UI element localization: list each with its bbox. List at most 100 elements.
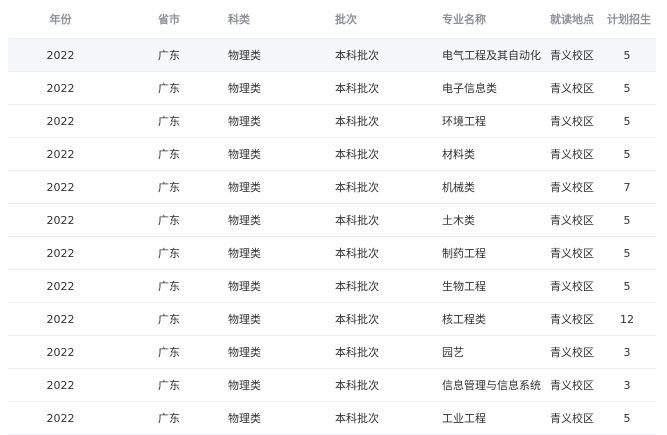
table-header-row: 年份 省市 科类 批次 专业名称 就读地点 计划招生 (8, 0, 656, 39)
cell-category: 物理类 (228, 313, 261, 326)
cell-campus: 青义校区 (550, 148, 594, 161)
cell-major: 制药工程 (442, 247, 486, 260)
cell-campus: 青义校区 (550, 280, 594, 293)
cell-campus: 青义校区 (550, 313, 594, 326)
cell-year: 2022 (46, 279, 75, 293)
table-row[interactable]: 2022 广东 物理类 本科批次 园艺 青义校区 3 (8, 336, 656, 369)
cell-year: 2022 (46, 213, 75, 227)
cell-category: 物理类 (228, 115, 261, 128)
table-row[interactable]: 2022 广东 物理类 本科批次 电子信息类 青义校区 5 (8, 72, 656, 105)
table-row[interactable]: 2022 广东 物理类 本科批次 材料类 青义校区 5 (8, 138, 656, 171)
cell-major: 园艺 (442, 346, 464, 359)
table-row[interactable]: 2022 广东 物理类 本科批次 核工程类 青义校区 12 (8, 303, 656, 336)
cell-province: 广东 (158, 313, 180, 326)
table-row[interactable]: 2022 广东 物理类 本科批次 工业工程 青义校区 5 (8, 402, 656, 435)
cell-year: 2022 (46, 312, 75, 326)
cell-campus: 青义校区 (550, 181, 594, 194)
table-row[interactable]: 2022 广东 物理类 本科批次 机械类 青义校区 7 (8, 171, 656, 204)
cell-batch: 本科批次 (335, 346, 379, 359)
cell-batch: 本科批次 (335, 214, 379, 227)
cell-category: 物理类 (228, 49, 261, 62)
header-province[interactable]: 省市 (158, 0, 180, 38)
cell-plan: 5 (623, 411, 631, 425)
cell-year: 2022 (46, 345, 75, 359)
header-major[interactable]: 专业名称 (442, 0, 486, 38)
header-category[interactable]: 科类 (228, 0, 250, 38)
table-row[interactable]: 2022 广东 物理类 本科批次 信息管理与信息系统 青义校区 3 (8, 369, 656, 402)
cell-category: 物理类 (228, 412, 261, 425)
cell-campus: 青义校区 (550, 412, 594, 425)
cell-campus: 青义校区 (550, 379, 594, 392)
cell-campus: 青义校区 (550, 247, 594, 260)
cell-batch: 本科批次 (335, 412, 379, 425)
cell-batch: 本科批次 (335, 247, 379, 260)
cell-campus: 青义校区 (550, 49, 594, 62)
header-year[interactable]: 年份 (8, 0, 113, 38)
table-row[interactable]: 2022 广东 物理类 本科批次 环境工程 青义校区 5 (8, 105, 656, 138)
cell-year: 2022 (46, 180, 75, 194)
cell-province: 广东 (158, 346, 180, 359)
table-row[interactable]: 2022 广东 物理类 本科批次 电气工程及其自动化 青义校区 5 (8, 39, 656, 72)
cell-category: 物理类 (228, 346, 261, 359)
header-batch[interactable]: 批次 (335, 0, 357, 38)
cell-major: 土木类 (442, 214, 475, 227)
cell-category: 物理类 (228, 280, 261, 293)
cell-plan: 5 (623, 114, 631, 128)
cell-plan: 5 (623, 279, 631, 293)
cell-province: 广东 (158, 247, 180, 260)
cell-plan: 3 (623, 345, 631, 359)
header-plan[interactable]: 计划招生 (606, 0, 652, 38)
enrollment-plan-table: 年份 省市 科类 批次 专业名称 就读地点 计划招生 2022 广东 物理类 本… (8, 0, 656, 435)
cell-year: 2022 (46, 378, 75, 392)
cell-major: 信息管理与信息系统 (442, 379, 541, 392)
cell-campus: 青义校区 (550, 82, 594, 95)
cell-batch: 本科批次 (335, 115, 379, 128)
cell-plan: 3 (623, 378, 631, 392)
cell-batch: 本科批次 (335, 49, 379, 62)
cell-plan: 5 (623, 81, 631, 95)
cell-campus: 青义校区 (550, 115, 594, 128)
cell-campus: 青义校区 (550, 346, 594, 359)
cell-province: 广东 (158, 181, 180, 194)
cell-batch: 本科批次 (335, 148, 379, 161)
table-row[interactable]: 2022 广东 物理类 本科批次 制药工程 青义校区 5 (8, 237, 656, 270)
cell-year: 2022 (46, 147, 75, 161)
cell-year: 2022 (46, 246, 75, 260)
cell-plan: 7 (623, 180, 631, 194)
cell-major: 材料类 (442, 148, 475, 161)
cell-plan: 5 (623, 147, 631, 161)
cell-major: 电子信息类 (442, 82, 497, 95)
cell-category: 物理类 (228, 379, 261, 392)
cell-province: 广东 (158, 82, 180, 95)
header-campus[interactable]: 就读地点 (550, 0, 594, 38)
cell-batch: 本科批次 (335, 280, 379, 293)
cell-plan: 12 (620, 312, 634, 326)
cell-province: 广东 (158, 148, 180, 161)
cell-major: 核工程类 (442, 313, 486, 326)
cell-province: 广东 (158, 379, 180, 392)
cell-year: 2022 (46, 411, 75, 425)
table-row[interactable]: 2022 广东 物理类 本科批次 生物工程 青义校区 5 (8, 270, 656, 303)
cell-batch: 本科批次 (335, 379, 379, 392)
cell-year: 2022 (46, 81, 75, 95)
cell-category: 物理类 (228, 181, 261, 194)
cell-major: 生物工程 (442, 280, 486, 293)
cell-category: 物理类 (228, 148, 261, 161)
cell-plan: 5 (623, 246, 631, 260)
cell-batch: 本科批次 (335, 313, 379, 326)
cell-category: 物理类 (228, 82, 261, 95)
cell-batch: 本科批次 (335, 82, 379, 95)
cell-major: 工业工程 (442, 412, 486, 425)
cell-plan: 5 (623, 48, 631, 62)
cell-major: 环境工程 (442, 115, 486, 128)
cell-major: 机械类 (442, 181, 475, 194)
cell-year: 2022 (46, 114, 75, 128)
cell-batch: 本科批次 (335, 181, 379, 194)
cell-province: 广东 (158, 49, 180, 62)
cell-major: 电气工程及其自动化 (442, 49, 541, 62)
cell-year: 2022 (46, 48, 75, 62)
cell-category: 物理类 (228, 214, 261, 227)
cell-province: 广东 (158, 115, 180, 128)
cell-campus: 青义校区 (550, 214, 594, 227)
table-row[interactable]: 2022 广东 物理类 本科批次 土木类 青义校区 5 (8, 204, 656, 237)
